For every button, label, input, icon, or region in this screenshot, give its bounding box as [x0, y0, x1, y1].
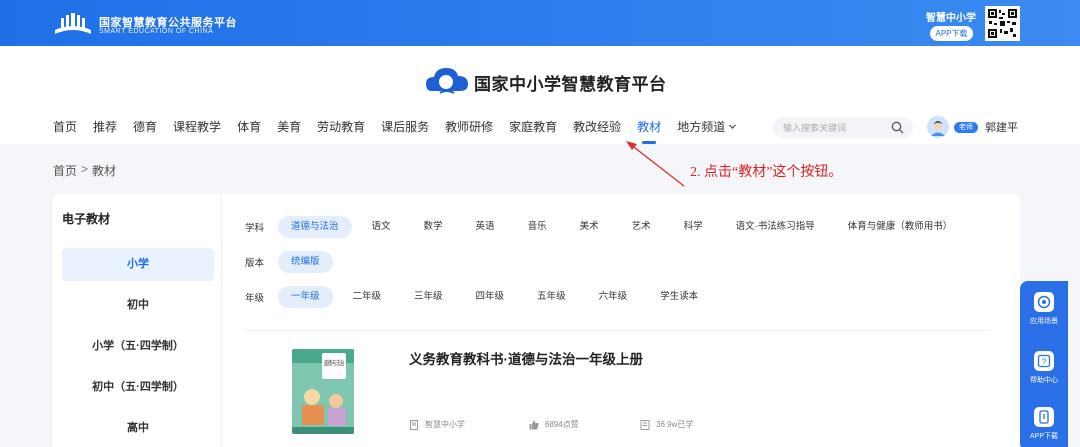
subject-filter-chip[interactable]: 体育与健康（教师用书）	[835, 216, 966, 238]
app-download-button[interactable]: APP下载	[930, 26, 973, 41]
nav-item[interactable]: 美育	[277, 119, 301, 137]
chevron-down-icon[interactable]	[728, 119, 737, 137]
nav-item[interactable]: 德育	[133, 119, 157, 137]
sidebar-item[interactable]: 高中	[62, 412, 214, 445]
thumbs-up-icon	[529, 420, 539, 429]
sidebar-title: 电子教材	[62, 212, 111, 226]
site-header: 国家中小学智慧教育平台 首页 推荐 德育 课程教学 体育 美育 劳动教育 课后服务 教师研修 家庭…	[0, 46, 1080, 144]
subject-filter-label: 学科	[245, 223, 265, 234]
float-label-app: APP下载	[1029, 433, 1058, 440]
search-icon[interactable]	[891, 121, 904, 134]
subject-filter-chip[interactable]: 音乐	[515, 216, 560, 238]
avatar[interactable]	[927, 116, 949, 138]
app-name: 智慧中小学	[926, 13, 976, 24]
book-cover[interactable]: 道德与法治	[292, 349, 354, 434]
grade-filter-chip[interactable]: 一年级	[278, 286, 333, 308]
subject-filter-chip[interactable]: 语文·书法练习指导	[723, 216, 828, 238]
nav-item[interactable]: 地方频道	[677, 119, 725, 137]
role-badge: 老师	[954, 121, 978, 133]
grade-filter-chip[interactable]: 五年级	[524, 286, 579, 308]
float-item-scenes[interactable]: 应用场景	[1020, 292, 1068, 326]
breadcrumb: 首页 > 教材	[53, 162, 116, 179]
nav-item[interactable]: 教改经验	[573, 119, 621, 137]
help-icon: ?	[1037, 354, 1051, 368]
nav-item[interactable]: 劳动教育	[317, 119, 365, 137]
edition-filter-chip[interactable]: 统编版	[278, 251, 333, 273]
platform-logo-icon[interactable]	[53, 10, 93, 36]
book-title[interactable]: 义务教育教科书·道德与法治一年级上册	[409, 348, 643, 368]
search-box[interactable]	[773, 117, 913, 138]
instruction-annotation: 2. 点击“教材”这个按钮。	[690, 165, 843, 180]
site-brand[interactable]: 国家中小学智慧教育平台	[424, 64, 667, 100]
subject-filter-row: 学科 道德与法治 语文 数学 英语 音乐 美术 艺术 科学 语文·书法练习指导 体育与健康（教师用…	[245, 216, 972, 238]
subject-filter-chip[interactable]: 英语	[463, 216, 508, 238]
subject-filter-chip[interactable]: 美术	[567, 216, 612, 238]
search-input[interactable]	[783, 120, 883, 135]
sidebar-item[interactable]: 小学	[62, 248, 214, 281]
views-text: 36.9w已学	[656, 420, 694, 429]
textbook-panel: 电子教材 小学 初中 小学（五·四学制） 初中（五·四学制） 高中 学科 道德与法治 语文…	[53, 194, 1020, 447]
user-menu[interactable]: 老师 郭建平	[927, 116, 1018, 138]
nav-item[interactable]: 首页	[53, 119, 77, 137]
nav-item[interactable]: 课后服务	[381, 119, 429, 137]
svg-text:?: ?	[1042, 358, 1047, 367]
book-likes: 6894点赞	[529, 419, 579, 430]
grade-filter-chip[interactable]: 六年级	[586, 286, 641, 308]
divider	[245, 330, 990, 331]
nav-item[interactable]: 教材	[637, 119, 661, 144]
main-nav: 首页 推荐 德育 课程教学 体育 美育 劳动教育 课后服务 教师研修 家庭教育 教改经验 教材 地方频道	[53, 119, 753, 144]
breadcrumb-home[interactable]: 首页	[53, 162, 77, 179]
top-bar: 国家智慧教育公共服务平台 SMART EDUCATION OF CHINA 智慧…	[0, 0, 1080, 46]
float-label-scenes: 应用场景	[1030, 318, 1058, 325]
nav-item[interactable]: 课程教学	[173, 119, 221, 137]
grade-filter-chip[interactable]: 学生读本	[647, 286, 711, 308]
nav-item[interactable]: 家庭教育	[509, 119, 557, 137]
sidebar-item[interactable]: 初中	[62, 289, 214, 322]
grade-filter-chip[interactable]: 二年级	[340, 286, 395, 308]
grade-filter-row: 年级 一年级 二年级 三年级 四年级 五年级 六年级 学生读本	[245, 286, 718, 308]
book-icon	[640, 419, 650, 430]
apps-icon	[1037, 295, 1051, 309]
download-icon	[1039, 410, 1049, 424]
breadcrumb-separator: >	[81, 162, 89, 176]
grade-filter-label: 年级	[245, 293, 265, 304]
book-cover-title: 道德与法治	[324, 358, 344, 367]
user-name[interactable]: 郭建平	[985, 119, 1018, 135]
subject-filter-chip[interactable]: 语文	[359, 216, 404, 238]
breadcrumb-current: 教材	[92, 164, 117, 178]
edition-filter-label: 版本	[245, 258, 265, 269]
book-views: 36.9w已学	[640, 419, 693, 430]
float-item-help[interactable]: ? 帮助中心	[1020, 351, 1068, 385]
nav-item[interactable]: 教师研修	[445, 119, 493, 137]
qr-code-icon	[985, 6, 1020, 41]
nav-item[interactable]: 推荐	[93, 119, 117, 137]
brand-title: 国家中小学智慧教育平台	[474, 74, 667, 94]
sidebar-item[interactable]: 初中（五·四学制）	[62, 371, 214, 404]
floating-toolbar: 应用场景 ? 帮助中心 APP下载	[1020, 281, 1068, 447]
likes-text: 6894点赞	[545, 420, 579, 429]
subject-filter-chip[interactable]: 科学	[671, 216, 716, 238]
grade-filter-chip[interactable]: 四年级	[463, 286, 518, 308]
publisher-text: 智慧中小学	[425, 420, 465, 429]
stage-sidebar: 电子教材 小学初中小学（五·四学制） 初中（五·四学制） 高中	[53, 194, 222, 447]
subject-filter-chip[interactable]: 数学	[411, 216, 456, 238]
float-item-app[interactable]: APP下载	[1020, 407, 1068, 441]
platform-name-en: SMART EDUCATION OF CHINA	[99, 28, 214, 35]
subject-filter-chip[interactable]: 道德与法治	[278, 216, 352, 238]
nav-item[interactable]: 体育	[237, 119, 261, 137]
sidebar-item[interactable]: 小学（五·四学制）	[62, 330, 214, 363]
book-publisher: 智慧中小学	[409, 419, 465, 430]
float-label-help: 帮助中心	[1030, 377, 1058, 384]
edition-filter-row: 版本 统编版	[245, 251, 340, 273]
grade-filter-chip[interactable]: 三年级	[401, 286, 456, 308]
subject-filter-chip[interactable]: 艺术	[619, 216, 664, 238]
document-icon	[410, 419, 418, 430]
brand-logo-icon	[426, 68, 468, 94]
